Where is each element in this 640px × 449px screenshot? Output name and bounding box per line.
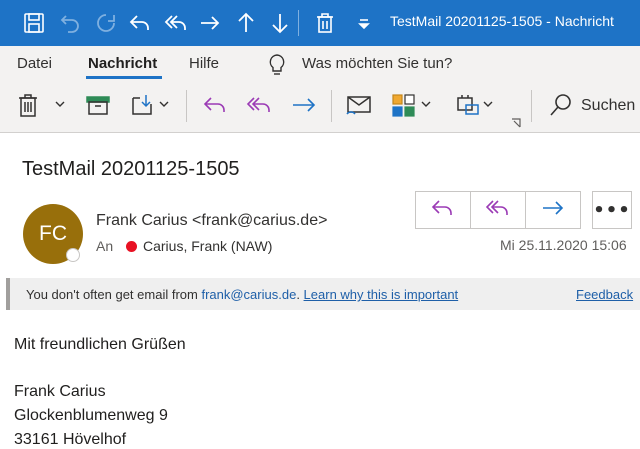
more-actions-button[interactable]: ••• bbox=[592, 191, 632, 229]
undo-icon[interactable] bbox=[58, 11, 82, 35]
toolbar-separator bbox=[186, 90, 187, 122]
forward-icon[interactable] bbox=[198, 11, 222, 35]
to-label: An bbox=[96, 238, 114, 254]
categorize-icon[interactable] bbox=[391, 92, 417, 118]
reply-icon[interactable] bbox=[202, 92, 228, 118]
ribbon-toolbar: Suchen bbox=[0, 82, 640, 133]
body-line: 33161 Hövelhof bbox=[14, 431, 127, 448]
reply-all-icon bbox=[485, 198, 510, 222]
dialog-launcher-icon[interactable] bbox=[511, 118, 521, 144]
body-line: Frank Carius bbox=[14, 383, 106, 400]
body-line: Mit freundlichen Grüßen bbox=[14, 336, 186, 353]
delete-icon[interactable] bbox=[313, 11, 337, 35]
more-icon: ••• bbox=[593, 199, 631, 221]
tell-me-input[interactable]: Was möchten Sie tun? bbox=[302, 55, 452, 72]
recipient-name[interactable]: Carius, Frank (NAW) bbox=[143, 238, 272, 254]
next-icon[interactable] bbox=[268, 11, 292, 35]
message-actions bbox=[415, 191, 581, 229]
mail-move-icon[interactable] bbox=[345, 92, 373, 118]
move-icon[interactable] bbox=[130, 92, 156, 118]
lightbulb-icon bbox=[266, 53, 288, 77]
info-text: You don't often get email from frank@car… bbox=[26, 287, 458, 302]
search-icon[interactable] bbox=[549, 92, 573, 118]
chevron-down-icon[interactable] bbox=[483, 100, 493, 126]
toolbar-separator bbox=[331, 90, 332, 122]
delete-button-icon[interactable] bbox=[16, 92, 40, 118]
avatar-initials: FC bbox=[39, 222, 67, 245]
reply-icon bbox=[431, 198, 455, 222]
reply-all-icon[interactable] bbox=[246, 92, 272, 118]
active-tab-indicator bbox=[86, 76, 162, 79]
reply-icon[interactable] bbox=[128, 11, 152, 35]
learn-why-link[interactable]: Learn why this is important bbox=[304, 287, 459, 302]
save-icon[interactable] bbox=[22, 11, 46, 35]
archive-icon[interactable] bbox=[85, 92, 111, 118]
forward-icon bbox=[541, 198, 565, 222]
toolbar-separator bbox=[531, 90, 532, 122]
message-date: Mi 25.11.2020 15:06 bbox=[500, 237, 627, 253]
info-bar: You don't often get email from frank@car… bbox=[6, 278, 640, 310]
chevron-down-icon[interactable] bbox=[421, 100, 431, 126]
ribbon-tabs: Datei Nachricht Hilfe Was möchten Sie tu… bbox=[0, 46, 640, 82]
title-bar: TestMail 20201125-1505 - Nachricht bbox=[0, 0, 640, 46]
search-button[interactable]: Suchen bbox=[581, 97, 635, 115]
info-text-prefix: You don't often get email from bbox=[26, 287, 202, 302]
redo-icon[interactable] bbox=[94, 11, 118, 35]
forward-icon[interactable] bbox=[291, 92, 317, 118]
message-subject: TestMail 20201125-1505 bbox=[22, 158, 240, 180]
reply-button[interactable] bbox=[416, 192, 471, 228]
info-email: frank@carius.de bbox=[201, 287, 297, 302]
recipient-status-dot bbox=[126, 241, 137, 252]
presence-indicator bbox=[66, 248, 80, 262]
customize-icon[interactable] bbox=[352, 11, 376, 35]
reply-all-icon[interactable] bbox=[164, 11, 188, 35]
forward-button[interactable] bbox=[526, 192, 580, 228]
info-text-sep: . bbox=[296, 287, 304, 302]
reply-all-button[interactable] bbox=[471, 192, 526, 228]
previous-icon[interactable] bbox=[234, 11, 258, 35]
chevron-down-icon[interactable] bbox=[55, 100, 65, 126]
tab-datei[interactable]: Datei bbox=[17, 55, 52, 72]
feedback-link[interactable]: Feedback bbox=[576, 287, 633, 302]
follow-up-icon[interactable] bbox=[454, 92, 482, 118]
tab-nachricht[interactable]: Nachricht bbox=[88, 55, 157, 72]
chevron-down-icon[interactable] bbox=[159, 100, 169, 126]
window-title: TestMail 20201125-1505 - Nachricht bbox=[390, 13, 614, 29]
toolbar-separator bbox=[298, 10, 299, 36]
tab-hilfe[interactable]: Hilfe bbox=[189, 55, 219, 72]
sender-name[interactable]: Frank Carius <frank@carius.de> bbox=[96, 212, 327, 230]
body-line: Glockenblumenweg 9 bbox=[14, 407, 168, 424]
